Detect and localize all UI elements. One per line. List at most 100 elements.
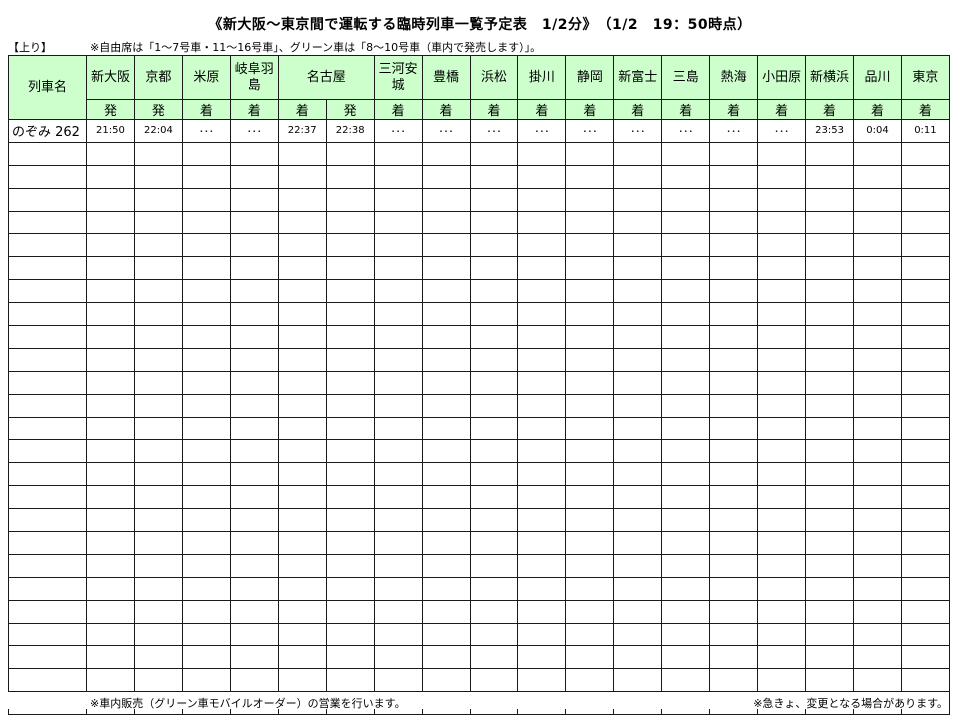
empty-cell — [229, 279, 279, 304]
empty-cell — [661, 164, 711, 189]
empty-cell — [853, 622, 902, 647]
empty-cell — [229, 553, 279, 578]
empty-cell — [469, 416, 519, 441]
station-header: 京都 — [133, 55, 183, 100]
empty-cell — [421, 439, 471, 464]
empty-cell — [229, 325, 279, 349]
empty-cell — [661, 599, 711, 624]
empty-cell — [373, 508, 423, 533]
time-cell: ･･･ — [757, 119, 807, 143]
empty-cell — [86, 393, 135, 418]
empty-cell — [757, 416, 807, 441]
empty-cell — [757, 279, 807, 304]
empty-cell — [421, 531, 471, 555]
empty-cell — [805, 325, 855, 349]
empty-cell — [277, 668, 327, 693]
time-cell: ･･･ — [517, 119, 567, 143]
empty-cell — [325, 645, 375, 670]
empty-cell — [805, 553, 855, 578]
station-header: 三河安城 — [373, 55, 423, 100]
empty-cell — [853, 531, 902, 555]
empty-cell — [229, 164, 279, 189]
empty-cell — [325, 187, 375, 212]
empty-cell — [517, 302, 567, 327]
empty-cell — [565, 347, 615, 372]
empty-cell — [86, 462, 135, 487]
empty-cell — [421, 370, 471, 395]
empty-cell — [709, 233, 759, 258]
empty-cell — [469, 439, 519, 464]
empty-cell — [469, 462, 519, 487]
empty-cell — [900, 599, 950, 624]
empty-cell — [277, 485, 327, 510]
empty-cell — [8, 141, 87, 166]
empty-cell — [661, 576, 711, 601]
empty-cell — [133, 531, 183, 555]
empty-cell — [86, 531, 135, 555]
empty-cell — [900, 576, 950, 601]
empty-cell — [613, 508, 663, 533]
empty-row — [8, 439, 950, 464]
empty-cell — [133, 622, 183, 647]
empty-cell — [325, 279, 375, 304]
empty-cell — [325, 302, 375, 327]
empty-cell — [8, 599, 87, 624]
empty-cell — [805, 279, 855, 304]
empty-cell — [277, 325, 327, 349]
empty-cell — [900, 393, 950, 418]
empty-cell — [373, 576, 423, 601]
empty-row — [8, 645, 950, 670]
empty-cell — [661, 210, 711, 235]
onboard-sales-note: ※車内販売（グリーン車モバイルオーダー）の営業を行います。 — [90, 697, 406, 710]
empty-row — [8, 279, 950, 304]
empty-cell — [469, 622, 519, 647]
empty-cell — [469, 508, 519, 533]
empty-cell — [86, 553, 135, 578]
arr-dep-label: 着 — [853, 99, 902, 120]
time-cell: 0:04 — [853, 119, 902, 143]
station-header: 新横浜 — [805, 55, 855, 100]
empty-cell — [86, 485, 135, 510]
empty-cell — [517, 187, 567, 212]
empty-cell — [373, 393, 423, 418]
empty-cell — [181, 302, 231, 327]
empty-cell — [613, 668, 663, 693]
empty-cell — [229, 210, 279, 235]
empty-cell — [613, 210, 663, 235]
empty-cell — [8, 279, 87, 304]
empty-cell — [325, 370, 375, 395]
empty-cell — [421, 279, 471, 304]
empty-cell — [853, 439, 902, 464]
empty-cell — [900, 302, 950, 327]
empty-cell — [517, 347, 567, 372]
empty-cell — [373, 141, 423, 166]
empty-cell — [853, 233, 902, 258]
empty-cell — [8, 553, 87, 578]
empty-cell — [229, 508, 279, 533]
empty-cell — [757, 325, 807, 349]
empty-cell — [181, 485, 231, 510]
empty-row — [8, 553, 950, 578]
empty-cell — [613, 393, 663, 418]
empty-cell — [181, 622, 231, 647]
empty-cell — [661, 141, 711, 166]
empty-cell — [661, 416, 711, 441]
empty-cell — [373, 325, 423, 349]
station-header: 新富士 — [613, 55, 663, 100]
empty-cell — [805, 531, 855, 555]
arr-dep-label: 発 — [133, 99, 183, 120]
empty-cell — [8, 531, 87, 555]
empty-cell — [325, 439, 375, 464]
empty-cell — [181, 210, 231, 235]
empty-cell — [325, 416, 375, 441]
empty-row — [8, 416, 950, 441]
time-cell: ･･･ — [181, 119, 231, 143]
empty-cell — [277, 645, 327, 670]
empty-cell — [565, 187, 615, 212]
empty-cell — [853, 462, 902, 487]
arr-dep-label: 着 — [805, 99, 855, 120]
empty-cell — [661, 302, 711, 327]
empty-cell — [853, 164, 902, 189]
empty-cell — [229, 531, 279, 555]
empty-cell — [133, 210, 183, 235]
